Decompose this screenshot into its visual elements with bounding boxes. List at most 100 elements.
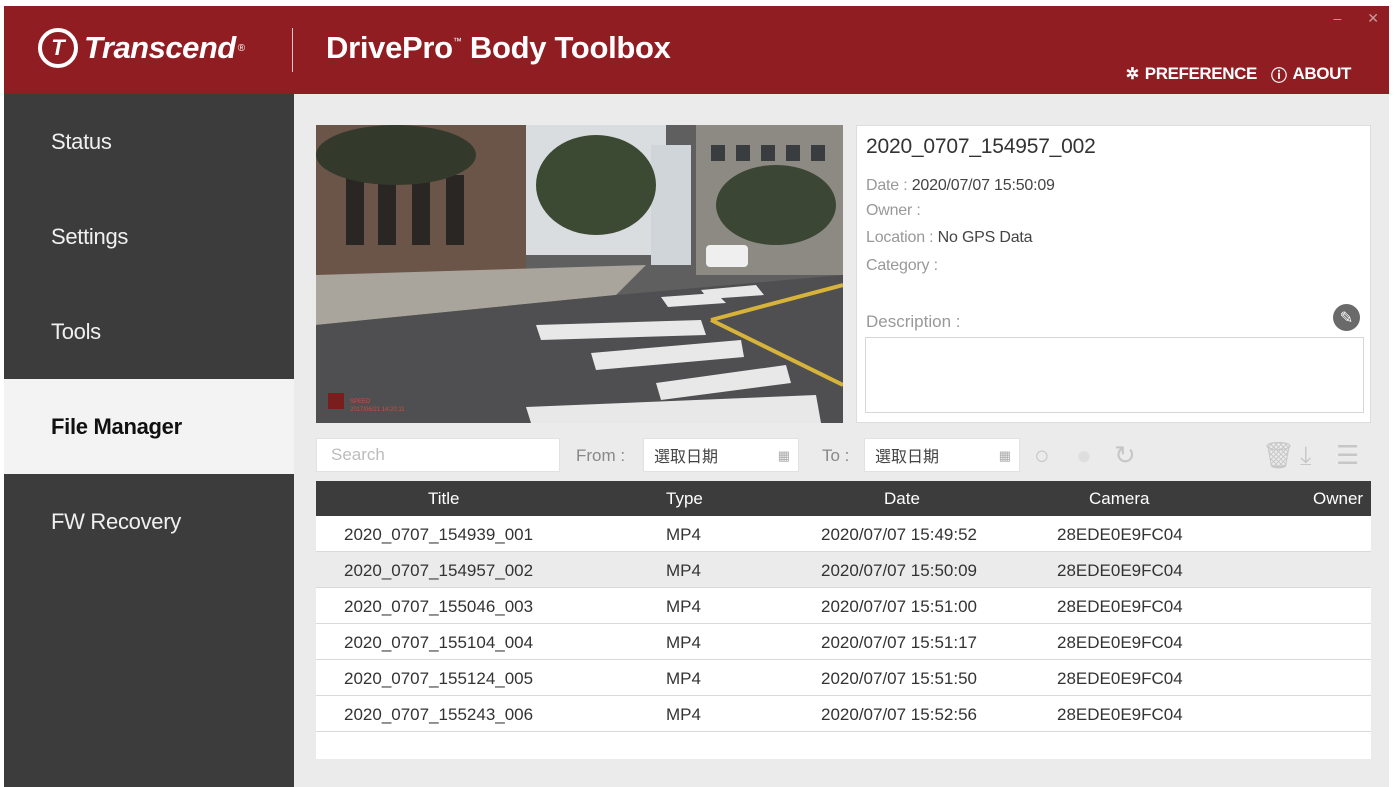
cell-camera: 28EDE0E9FC04 [1057,525,1183,544]
cell-date: 2020/07/07 15:51:00 [821,597,977,616]
edit-pencil-icon[interactable]: ✎ [1333,304,1360,331]
column-header-title[interactable]: Title [428,489,460,509]
table-body: 2020_0707_154939_001 MP4 2020/07/07 15:49:… [316,516,1371,732]
filter-bar: From : 選取日期 ▦ To : 選取日期 ▦ ○ ● ↻ 🗑 ⤓ ☰ [316,438,1371,474]
gear-icon: ✲ [1125,66,1139,83]
sidebar-item-file-manager[interactable]: File Manager [4,379,294,474]
header-links: ✲ PREFERENCE ⓘ ABOUT [1125,62,1352,86]
cell-type: MP4 [666,705,701,724]
location-value: No GPS Data [937,229,1033,246]
preference-button[interactable]: ✲ PREFERENCE [1125,62,1258,86]
calendar-icon: ▦ [777,448,790,463]
cell-camera: 28EDE0E9FC04 [1057,633,1183,652]
app-title-name: DrivePro [326,30,453,65]
overlay-speed-text: SPEED [350,399,371,405]
sidebar-item-fw-recovery[interactable]: FW Recovery [4,474,294,569]
cell-date: 2020/07/07 15:52:56 [821,705,977,724]
cell-title: 2020_0707_155124_005 [344,669,534,688]
from-date-picker[interactable]: 選取日期 ▦ [643,438,799,472]
to-date-picker[interactable]: 選取日期 ▦ [864,438,1020,472]
column-header-type[interactable]: Type [666,489,703,509]
sidebar-item-label: Status [51,128,112,154]
download-icon[interactable]: ⤓ [1300,440,1312,470]
table-row[interactable]: 2020_0707_155104_004 MP4 2020/07/07 15:51:… [316,624,1371,660]
registered-mark: ® [237,42,246,54]
sidebar: Status Settings Tools File Manager FW Re… [4,94,294,787]
file-info-panel: 2020_0707_154957_002 Date : 2020/07/07 1… [856,125,1371,423]
category-label: Category : [866,257,938,274]
sidebar-item-status[interactable]: Status [4,94,294,189]
calendar-icon: ▦ [998,448,1011,463]
app-window: T Transcend ® DrivePro™ Body Toolbox – ✕… [4,6,1389,787]
cell-camera: 28EDE0E9FC04 [1057,705,1183,724]
sidebar-item-label: File Manager [51,413,182,439]
preference-label: PREFERENCE [1144,64,1258,83]
cell-date: 2020/07/07 15:49:52 [821,525,977,544]
app-title-rest: Body Toolbox [469,30,671,65]
cell-title: 2020_0707_154957_002 [344,561,534,580]
from-label: From : [576,446,626,465]
export-list-icon[interactable]: ☰ [1336,440,1359,470]
sidebar-item-label: Tools [51,318,101,344]
description-label: Description : [866,312,961,331]
app-title: DrivePro™ Body Toolbox [326,30,671,66]
video-preview[interactable]: SPEED 2017/06/21 14:20:11 [316,125,843,423]
date-value: 2020/07/07 15:50:09 [911,177,1055,194]
from-date-value: 選取日期 [654,449,719,466]
header-divider [292,28,293,72]
file-title: 2020_0707_154957_002 [866,135,1096,158]
sidebar-item-settings[interactable]: Settings [4,189,294,284]
file-manager-panel: SPEED 2017/06/21 14:20:11 2020_0707_1549… [294,94,1389,787]
transcend-logo-mark-icon: T [38,28,78,68]
cell-title: 2020_0707_155104_004 [344,633,534,652]
cell-camera: 28EDE0E9FC04 [1057,669,1183,688]
cell-title: 2020_0707_154939_001 [344,525,534,544]
cell-type: MP4 [666,669,701,688]
transcend-logo: T Transcend ® [38,28,245,68]
about-label: ABOUT [1292,64,1352,83]
trash-icon[interactable]: 🗑 [1262,440,1295,470]
owner-label: Owner : [866,202,921,219]
window-controls: – ✕ [1333,10,1379,27]
search-input[interactable] [316,438,560,472]
cell-date: 2020/07/07 15:51:50 [821,669,977,688]
clear-filter-icon[interactable]: ● [1076,440,1092,470]
close-icon[interactable]: ✕ [1367,10,1379,27]
column-header-date[interactable]: Date [884,489,920,509]
table-header: Title Type Date Camera Owner [316,481,1371,516]
search-icon[interactable]: ○ [1034,440,1050,470]
to-date-value: 選取日期 [875,449,940,466]
overlay-timestamp-text: 2017/06/21 14:20:11 [350,407,405,413]
to-label: To : [822,446,850,465]
sidebar-item-tools[interactable]: Tools [4,284,294,379]
date-row: Date : 2020/07/07 15:50:09 [866,177,1055,195]
date-label: Date : [866,177,912,194]
refresh-icon[interactable]: ↻ [1114,440,1136,470]
table-row[interactable]: 2020_0707_155124_005 MP4 2020/07/07 15:51:… [316,660,1371,696]
title-bar: T Transcend ® DrivePro™ Body Toolbox – ✕… [4,6,1389,94]
owner-row: Owner : [866,202,921,220]
file-table: Title Type Date Camera Owner 2020_0707_1… [316,481,1371,759]
location-label: Location : [866,229,938,246]
info-icon: ⓘ [1270,68,1287,85]
table-row[interactable]: 2020_0707_154957_002 MP4 2020/07/07 15:50:… [316,552,1371,588]
sidebar-item-label: Settings [51,223,129,249]
logo-text: Transcend [84,30,236,65]
table-row[interactable]: 2020_0707_155046_003 MP4 2020/07/07 15:51:… [316,588,1371,624]
trademark-mark: ™ [452,36,462,46]
cell-date: 2020/07/07 15:51:17 [821,633,977,652]
description-textarea[interactable] [865,337,1364,413]
table-row[interactable]: 2020_0707_155243_006 MP4 2020/07/07 15:52:… [316,696,1371,732]
cell-camera: 28EDE0E9FC04 [1057,561,1183,580]
about-button[interactable]: ⓘ ABOUT [1271,62,1351,86]
table-row[interactable]: 2020_0707_154939_001 MP4 2020/07/07 15:49:… [316,516,1371,552]
cell-type: MP4 [666,597,701,616]
cell-type: MP4 [666,633,701,652]
cell-camera: 28EDE0E9FC04 [1057,597,1183,616]
column-header-owner[interactable]: Owner [1313,489,1363,509]
column-header-camera[interactable]: Camera [1089,489,1149,509]
cell-title: 2020_0707_155046_003 [344,597,534,616]
cell-type: MP4 [666,525,701,544]
minimize-icon[interactable]: – [1333,10,1341,27]
sidebar-item-label: FW Recovery [51,508,181,534]
